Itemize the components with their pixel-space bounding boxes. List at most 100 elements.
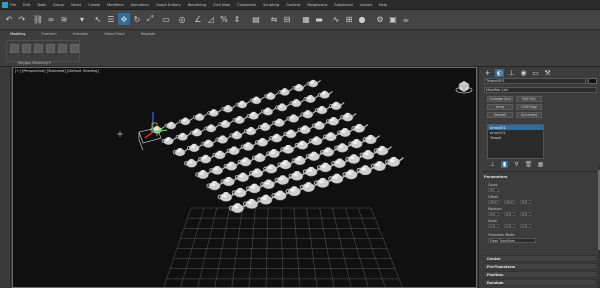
app-logo-icon[interactable] xyxy=(2,2,8,8)
select-by-name-icon[interactable]: ☰ xyxy=(105,13,117,25)
unlink-icon[interactable]: ∞ xyxy=(45,13,57,25)
display-tab-icon[interactable]: ▭ xyxy=(531,69,540,77)
scale-x-field[interactable]: 1.0 xyxy=(488,224,499,228)
teapot[interactable] xyxy=(351,123,369,133)
rotation-y-field[interactable]: 0.0 xyxy=(504,212,515,216)
rotation-x-field[interactable]: 0.0 xyxy=(488,212,499,216)
configure-sets-icon[interactable]: ▦ xyxy=(537,161,544,168)
teapot[interactable] xyxy=(260,107,277,116)
element-icon[interactable] xyxy=(70,44,79,53)
rollout-center[interactable]: Center xyxy=(483,255,597,262)
modifier-button-6[interactable]: Symmetry xyxy=(516,112,542,118)
border-icon[interactable] xyxy=(46,44,55,53)
teapot[interactable] xyxy=(300,110,317,119)
layer-explorer-icon[interactable]: ▦ xyxy=(300,13,312,25)
modifier-button-1[interactable]: Garbage Gnd xyxy=(487,96,513,102)
teapot[interactable] xyxy=(240,142,258,151)
toggle-ribbon-icon[interactable]: ▬ xyxy=(313,13,325,25)
material-editor-icon[interactable]: ● xyxy=(356,13,368,25)
offset-z-field[interactable]: 0.0 xyxy=(520,200,531,204)
teapot[interactable] xyxy=(285,186,305,197)
teapot[interactable] xyxy=(164,121,179,130)
teapot[interactable] xyxy=(275,103,291,112)
bind-spacewarp-icon[interactable]: ≋ xyxy=(58,13,70,25)
menu-modifiers[interactable]: Modifiers xyxy=(107,3,123,7)
stack-item-teapot[interactable]: Teapot xyxy=(488,135,543,140)
teapot[interactable] xyxy=(362,134,381,145)
teapot[interactable] xyxy=(172,147,189,157)
rendered-frame-icon[interactable]: ▣ xyxy=(387,13,399,25)
show-end-result-icon[interactable]: ▮ xyxy=(501,161,508,168)
teapot[interactable] xyxy=(218,120,234,129)
curve-editor-icon[interactable]: ∿ xyxy=(330,13,342,25)
perspective-viewport[interactable]: [+] [Perspective] [Standard] [Default Sh… xyxy=(12,67,477,288)
modifier-list-dropdown[interactable]: Modifier List xyxy=(484,87,597,93)
spinner-snap-icon[interactable]: ⇕ xyxy=(231,13,243,25)
teapot[interactable] xyxy=(207,109,222,117)
menu-views[interactable]: Views xyxy=(71,3,81,7)
teapot[interactable] xyxy=(314,177,333,188)
render-production-icon[interactable]: ☕ xyxy=(400,13,412,25)
menu-file[interactable]: File xyxy=(10,3,16,7)
transform-mode-dropdown[interactable]: Fixed Transform xyxy=(488,238,536,243)
teapot[interactable] xyxy=(299,182,319,193)
rollout-random[interactable]: Random xyxy=(483,279,597,286)
teapot[interactable] xyxy=(235,100,250,109)
teapot[interactable] xyxy=(226,146,243,155)
teapot[interactable] xyxy=(221,104,236,113)
teapot[interactable] xyxy=(370,161,390,172)
teapot[interactable] xyxy=(328,101,345,111)
vertex-icon[interactable] xyxy=(22,44,31,53)
rotation-z-field[interactable]: 0.0 xyxy=(520,212,531,216)
teapot[interactable] xyxy=(204,124,220,133)
tab-selection[interactable]: Selection xyxy=(73,32,89,36)
rollout-pre-transform[interactable]: Pre-Transform xyxy=(483,263,597,270)
teapot[interactable] xyxy=(342,169,362,180)
edge-icon[interactable] xyxy=(34,44,43,53)
teapot[interactable] xyxy=(243,126,260,136)
teapot[interactable] xyxy=(340,112,357,122)
teapot[interactable] xyxy=(263,92,279,100)
angle-snap-icon[interactable]: ◿ xyxy=(205,13,217,25)
select-rotate-icon[interactable]: ↻ xyxy=(131,13,143,25)
link-icon[interactable]: ⛓ xyxy=(32,13,44,25)
modifier-button-4[interactable]: UVW Map xyxy=(516,104,542,110)
redo-icon[interactable]: ↷ xyxy=(16,13,28,25)
teapot[interactable] xyxy=(292,83,307,92)
select-move-icon[interactable]: ✥ xyxy=(118,13,130,25)
menu-help[interactable]: Help xyxy=(379,3,387,7)
make-unique-icon[interactable]: ∀ xyxy=(513,161,520,168)
menu-animation[interactable]: Animation xyxy=(131,3,149,7)
modifier-button-2[interactable]: Edit Poly xyxy=(516,96,542,102)
ribbon-group-label[interactable]: Polygon Modeling ▾ xyxy=(18,61,51,65)
menu-edit[interactable]: Edit xyxy=(23,3,30,7)
teapot[interactable] xyxy=(178,117,194,126)
edit-poly-icon[interactable] xyxy=(10,44,19,53)
menu-graph-editors[interactable]: Graph Editors xyxy=(156,3,181,7)
teapot[interactable] xyxy=(183,158,201,168)
scale-y-field[interactable]: 1.0 xyxy=(504,224,515,228)
teapot[interactable] xyxy=(271,190,291,201)
pin-stack-icon[interactable]: ⊥ xyxy=(489,161,496,168)
move-gizmo[interactable] xyxy=(144,112,168,139)
teapot[interactable] xyxy=(328,173,348,184)
teapot[interactable] xyxy=(161,136,177,145)
mirror-icon[interactable]: ⇋ xyxy=(268,13,280,25)
reference-coord-icon[interactable]: ▭ xyxy=(160,13,172,25)
selection-filter-icon[interactable]: ▾ xyxy=(76,13,88,25)
teapot[interactable] xyxy=(356,165,376,176)
modifier-button-3[interactable]: Array xyxy=(487,104,513,110)
teapot[interactable] xyxy=(198,154,215,164)
percent-snap-icon[interactable]: % xyxy=(218,13,230,25)
pivot-center-icon[interactable]: ◎ xyxy=(176,13,188,25)
menu-tools[interactable]: Tools xyxy=(37,3,46,7)
teapot[interactable] xyxy=(246,111,262,120)
remove-modifier-icon[interactable]: 🗑 xyxy=(525,161,533,168)
teapot[interactable] xyxy=(317,90,333,99)
teapot[interactable] xyxy=(297,125,314,134)
teapot[interactable] xyxy=(303,94,319,103)
teapot[interactable] xyxy=(385,156,404,167)
align-icon[interactable]: ⊟ xyxy=(281,13,293,25)
teapot-array[interactable] xyxy=(150,79,404,214)
modifier-button-5[interactable]: Smooth xyxy=(487,112,513,118)
